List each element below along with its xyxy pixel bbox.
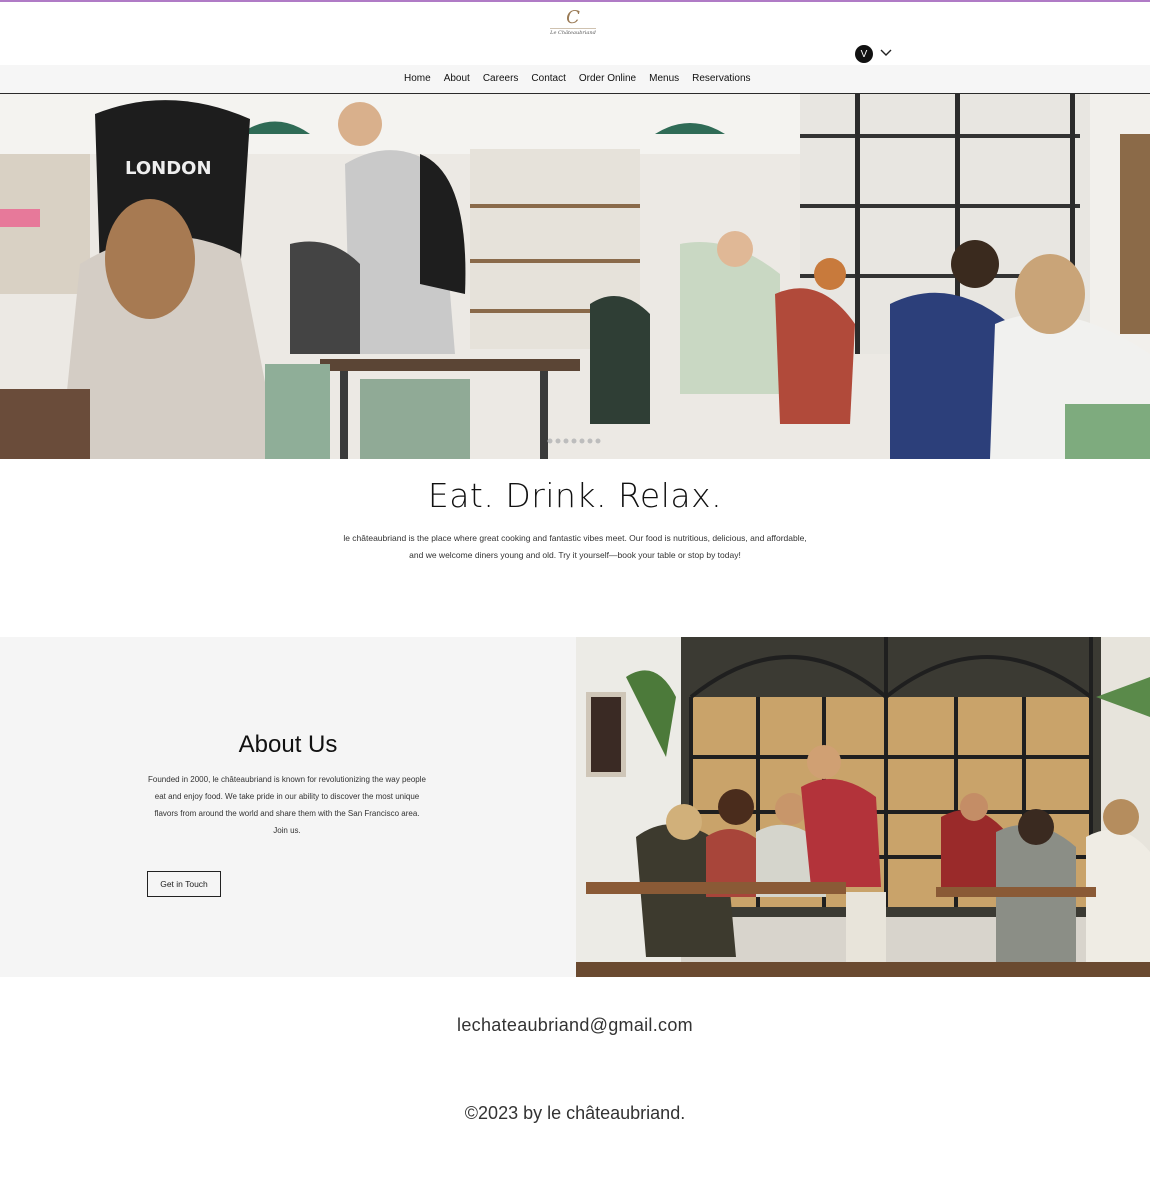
contact-email[interactable]: lechateaubriand@gmail.com	[0, 1015, 1150, 1036]
restaurant-photo	[576, 637, 1150, 977]
site-logo[interactable]: C Le Châteaubriand	[546, 8, 600, 42]
logo-text: Le Châteaubriand	[550, 28, 596, 36]
nav-item-reservations[interactable]: Reservations	[686, 73, 757, 85]
about-section: About Us Founded in 2000, le châteaubria…	[0, 637, 576, 977]
about-title: About Us	[238, 731, 338, 758]
user-avatar[interactable]: V	[855, 45, 873, 63]
logo-mark: C	[566, 7, 580, 28]
hero-title: Eat. Drink. Relax.	[427, 476, 723, 515]
hero-image: LONDON	[0, 94, 1150, 459]
restaurant-interior-photo	[576, 637, 1150, 977]
cafe-interior-photo: LONDON	[0, 94, 1150, 459]
shirt-print: LONDON	[125, 158, 212, 179]
hero-description: le châteaubriand is the place where grea…	[343, 533, 807, 560]
nav-item-careers[interactable]: Careers	[476, 73, 525, 85]
nav-item-contact[interactable]: Contact	[525, 73, 572, 85]
get-in-touch-button[interactable]: Get in Touch	[147, 871, 221, 897]
nav-item-home[interactable]: Home	[404, 73, 437, 85]
nav-item-about[interactable]: About	[437, 73, 476, 85]
site-header: C Le Châteaubriand V	[0, 2, 1150, 65]
chevron-down-icon[interactable]	[880, 48, 892, 58]
main-nav: Home About Careers Contact Order Online …	[0, 65, 1150, 94]
about-text: Founded in 2000, le châteaubriand is kno…	[148, 775, 426, 835]
nav-item-menus[interactable]: Menus	[643, 73, 686, 85]
copyright-text: ©2023 by le châteaubriand.	[464, 1103, 686, 1123]
nav-item-order-online[interactable]: Order Online	[572, 73, 642, 85]
